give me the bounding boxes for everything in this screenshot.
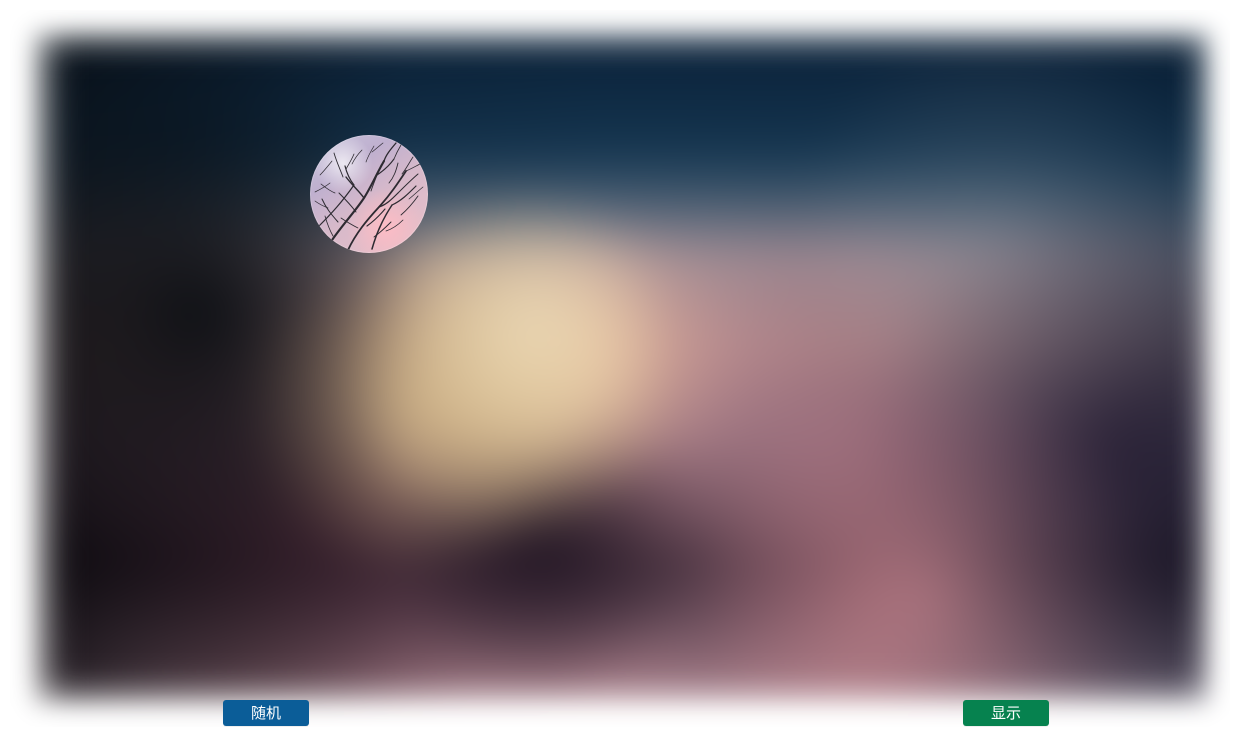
show-button[interactable]: 显示 [963, 700, 1049, 726]
blurred-background-image [36, 26, 1220, 706]
branches-icon [314, 142, 424, 251]
app-window: 随机 显示 [0, 0, 1240, 737]
random-button[interactable]: 随机 [223, 700, 309, 726]
preview-circle-image [310, 135, 428, 253]
